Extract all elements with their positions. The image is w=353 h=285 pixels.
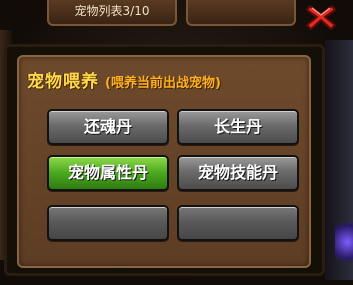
dialog-header: 宠物喂养 (喂养当前出战宠物) <box>27 67 221 92</box>
pet-list-tab[interactable]: 宠物列表3/10 <box>47 0 177 26</box>
empty-slot-button[interactable] <box>177 205 299 241</box>
pet-skill-pill-button[interactable]: 宠物技能丹 <box>177 155 299 191</box>
pet-feeding-dialog: 宠物喂养 (喂养当前出战宠物) 还魂丹 长生丹 宠物属性丹 宠物技能丹 <box>4 44 325 276</box>
pet-feeding-panel: 宠物喂养 (喂养当前出战宠物) 还魂丹 长生丹 宠物属性丹 宠物技能丹 <box>17 55 311 268</box>
longevity-pill-button[interactable]: 长生丹 <box>177 109 299 145</box>
close-button[interactable] <box>300 0 342 34</box>
dialog-title: 宠物喂养 <box>27 72 99 92</box>
background-tab-2[interactable] <box>186 0 296 26</box>
background-glow <box>335 218 353 266</box>
empty-slot-button[interactable] <box>47 205 169 241</box>
dialog-subtitle: (喂养当前出战宠物) <box>105 76 221 91</box>
close-x-icon <box>306 5 336 30</box>
pet-attribute-pill-button[interactable]: 宠物属性丹 <box>47 155 169 191</box>
revive-pill-button[interactable]: 还魂丹 <box>47 109 169 145</box>
